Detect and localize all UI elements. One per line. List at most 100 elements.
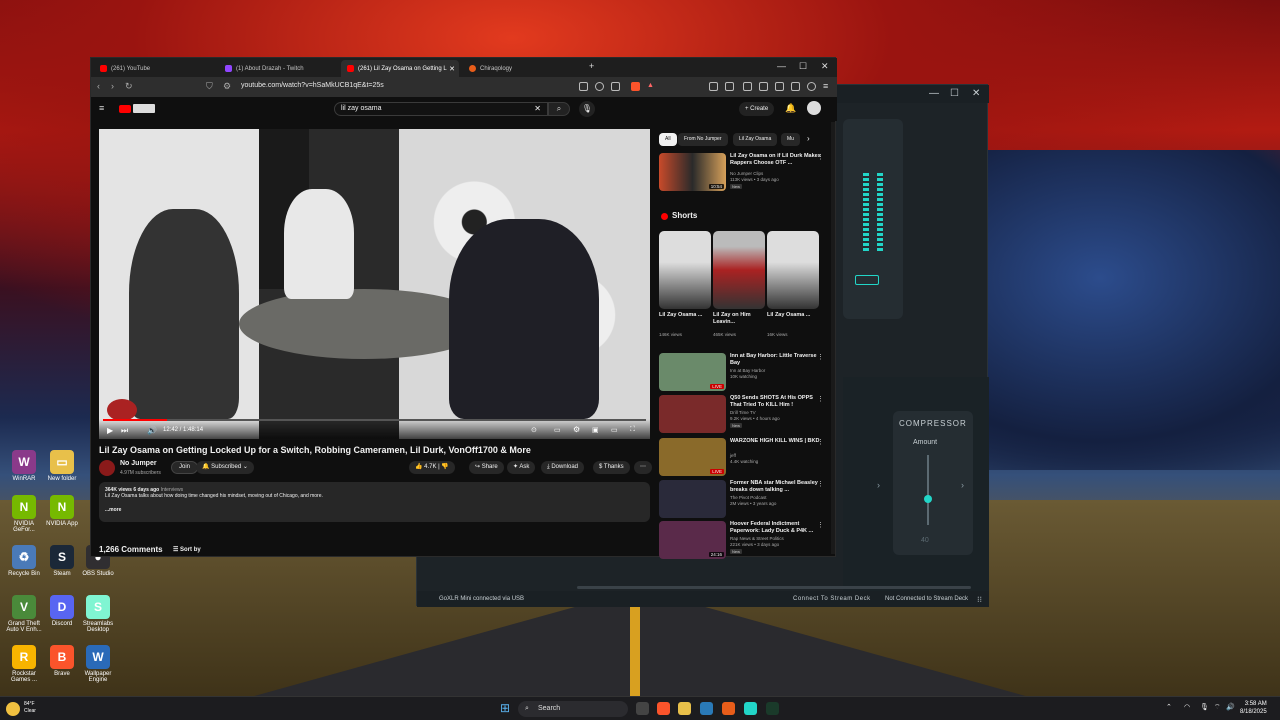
share-icon[interactable] xyxy=(611,82,620,91)
reader-icon[interactable] xyxy=(743,82,752,91)
channel-name[interactable]: No Jumper xyxy=(120,460,157,467)
recommended-video[interactable]: LIVE WARZONE HIGH KILL WINS | BKD jeff 4.4K… xyxy=(659,438,827,476)
settings-gear-icon[interactable]: ⚙ xyxy=(573,425,580,434)
brave-taskbar-icon[interactable] xyxy=(657,702,670,715)
play-icon[interactable]: ▶ xyxy=(107,426,113,435)
hamburger-menu-icon[interactable]: ≡ xyxy=(99,103,104,113)
task-view-icon[interactable] xyxy=(636,702,649,715)
video-title[interactable]: Hoover Federal Indictment Paperwork: Lad… xyxy=(730,521,822,535)
forward-icon[interactable]: › xyxy=(111,81,114,91)
media-icon[interactable] xyxy=(775,82,784,91)
video-thumbnail[interactable]: LIVE xyxy=(659,353,726,391)
video-thumbnail[interactable]: 24:16 xyxy=(659,521,726,559)
goxlr-taskbar-icon[interactable] xyxy=(744,702,757,715)
app-icon[interactable] xyxy=(722,702,735,715)
video-thumbnail[interactable] xyxy=(659,480,726,518)
microphone-tray-icon[interactable]: 🎙 xyxy=(1200,703,1209,711)
autoplay-toggle[interactable]: ⊙ xyxy=(531,426,537,434)
tab-youtube-home[interactable]: (261) YouTube xyxy=(94,60,216,77)
desktop-icon[interactable]: ▭ New folder xyxy=(44,450,80,482)
short-thumbnail[interactable] xyxy=(767,231,819,309)
ask-button[interactable]: ✦ Ask xyxy=(507,461,536,474)
clear-search-icon[interactable]: ✕ xyxy=(534,103,541,115)
screenshot-icon[interactable] xyxy=(725,82,734,91)
desktop-icon[interactable]: D Discord xyxy=(44,595,80,627)
brave-rewards-icon[interactable]: ▲ xyxy=(647,82,656,91)
video-title[interactable]: WARZONE HIGH KILL WINS | BKD xyxy=(730,438,822,445)
theater-mode-icon[interactable]: ▭ xyxy=(611,426,618,434)
compressor-slider-track[interactable] xyxy=(927,455,929,525)
desktop-icon[interactable]: R Rockstar Games ... xyxy=(6,645,42,683)
zoom-icon[interactable] xyxy=(595,82,604,91)
create-button[interactable]: + Create xyxy=(739,102,775,116)
search-input[interactable]: lil zay osama ✕ xyxy=(334,102,548,116)
volume-tray-icon[interactable]: 🔊 xyxy=(1226,703,1235,711)
short-title[interactable]: Lil Zay on Him Leavin... xyxy=(713,312,757,326)
notifications-icon[interactable]: 🔔 xyxy=(785,103,796,114)
maximize-icon[interactable]: ☐ xyxy=(950,88,959,99)
recommended-video[interactable]: 10:54 Lil Zay Osama on if Lil Durk Makes… xyxy=(659,153,827,197)
file-explorer-icon[interactable] xyxy=(678,702,691,715)
subscribed-button[interactable]: 🔔 Subscribed ⌄ xyxy=(196,461,254,474)
wifi-icon[interactable]: ⌔ xyxy=(1214,703,1221,712)
desktop-icon[interactable]: N NVIDIA App xyxy=(44,495,80,527)
connect-stream-deck-button[interactable]: Connect To Stream Deck xyxy=(793,596,871,602)
new-tab-icon[interactable]: + xyxy=(589,61,594,71)
chip-lil-zay-osama[interactable]: Lil Zay Osama xyxy=(733,133,778,146)
short-thumbnail[interactable] xyxy=(659,231,711,309)
weather-widget[interactable]: 84°F Clear xyxy=(24,701,36,715)
chevron-right-icon[interactable]: › xyxy=(961,480,964,490)
more-actions-icon[interactable]: ⋯ xyxy=(634,461,652,474)
terminal-icon[interactable] xyxy=(766,702,779,715)
microphone-icon[interactable]: 🎙 xyxy=(579,101,595,117)
desktop-icon[interactable]: ♻ Recycle Bin xyxy=(6,545,42,577)
more-options-icon[interactable]: ⋮ xyxy=(817,353,824,361)
maximize-icon[interactable]: ☐ xyxy=(799,61,807,72)
short-title[interactable]: Lil Zay Osama ... xyxy=(767,312,811,319)
desktop-icon[interactable]: S Streamlabs Desktop xyxy=(80,595,116,633)
avatar[interactable] xyxy=(807,101,821,115)
video-title[interactable]: Former NBA star Michael Beasley breaks d… xyxy=(730,480,822,494)
tab-twitch[interactable]: (1) About Drazah - Twitch xyxy=(219,60,341,77)
recommended-video[interactable]: LIVE Inn at Bay Harbor: Little Traverse B… xyxy=(659,353,827,391)
chip-music[interactable]: Mu xyxy=(781,133,800,146)
video-thumbnail[interactable] xyxy=(659,395,726,433)
tab-chiraqology[interactable]: Chiraqology xyxy=(463,60,583,77)
more-options-icon[interactable]: ⋮ xyxy=(817,438,824,446)
fullscreen-icon[interactable]: ⛶ xyxy=(630,426,635,434)
more-options-icon[interactable]: ⋮ xyxy=(817,480,824,488)
recommended-video[interactable]: Q50 Sends SHOTS At His OPPS That Tried T… xyxy=(659,395,827,433)
brave-shield-icon[interactable] xyxy=(631,82,640,91)
channel-avatar[interactable] xyxy=(99,460,115,476)
taskbar-search[interactable]: ⌕ Search xyxy=(518,701,628,717)
goxlr-mic-button[interactable] xyxy=(855,275,879,285)
video-thumbnail[interactable]: LIVE xyxy=(659,438,726,476)
bookmark-icon[interactable]: ⛉ xyxy=(206,81,213,92)
minimize-icon[interactable]: — xyxy=(929,88,939,99)
goxlr-scrollbar[interactable] xyxy=(577,586,971,589)
back-icon[interactable]: ‹ xyxy=(97,81,100,91)
chip-all[interactable]: All xyxy=(659,133,677,146)
sort-comments-button[interactable]: ☰ Sort by xyxy=(173,546,201,553)
compressor-slider-knob[interactable] xyxy=(924,495,932,503)
next-icon[interactable]: ⏭ xyxy=(121,426,128,436)
video-thumbnail[interactable]: 10:54 xyxy=(659,153,726,191)
search-button[interactable]: ⌕ xyxy=(548,102,570,116)
youtube-logo-icon[interactable] xyxy=(119,105,131,113)
desktop-icon[interactable]: W WinRAR xyxy=(6,450,42,482)
download-button[interactable]: ⤓ Download xyxy=(541,461,585,474)
tab-youtube-video[interactable]: (261) Lil Zay Osama on Getting L ✕ xyxy=(341,60,459,77)
chevron-up-icon[interactable]: ⌃ xyxy=(1166,703,1172,711)
desktop-icon[interactable]: W Wallpaper Engine xyxy=(80,645,116,683)
video-player[interactable]: ▶ ⏭ 🔊 12:42 / 1:48:14 ⊙ ▭ ⚙ ▣ ▭ ⛶ xyxy=(99,129,650,439)
vpn-icon[interactable] xyxy=(807,82,816,91)
video-title[interactable]: Q50 Sends SHOTS At His OPPS That Tried T… xyxy=(730,395,822,409)
chip-from-channel[interactable]: From No Jumper xyxy=(678,133,728,146)
sidebar-icon[interactable] xyxy=(759,82,768,91)
miniplayer-icon[interactable]: ▣ xyxy=(592,426,599,434)
close-icon[interactable]: ✕ xyxy=(972,88,980,99)
chevron-right-icon[interactable]: › xyxy=(877,480,880,490)
close-tab-icon[interactable]: ✕ xyxy=(449,65,455,73)
more-options-icon[interactable]: ⋮ xyxy=(817,521,824,529)
recommended-video[interactable]: Former NBA star Michael Beasley breaks d… xyxy=(659,480,827,518)
